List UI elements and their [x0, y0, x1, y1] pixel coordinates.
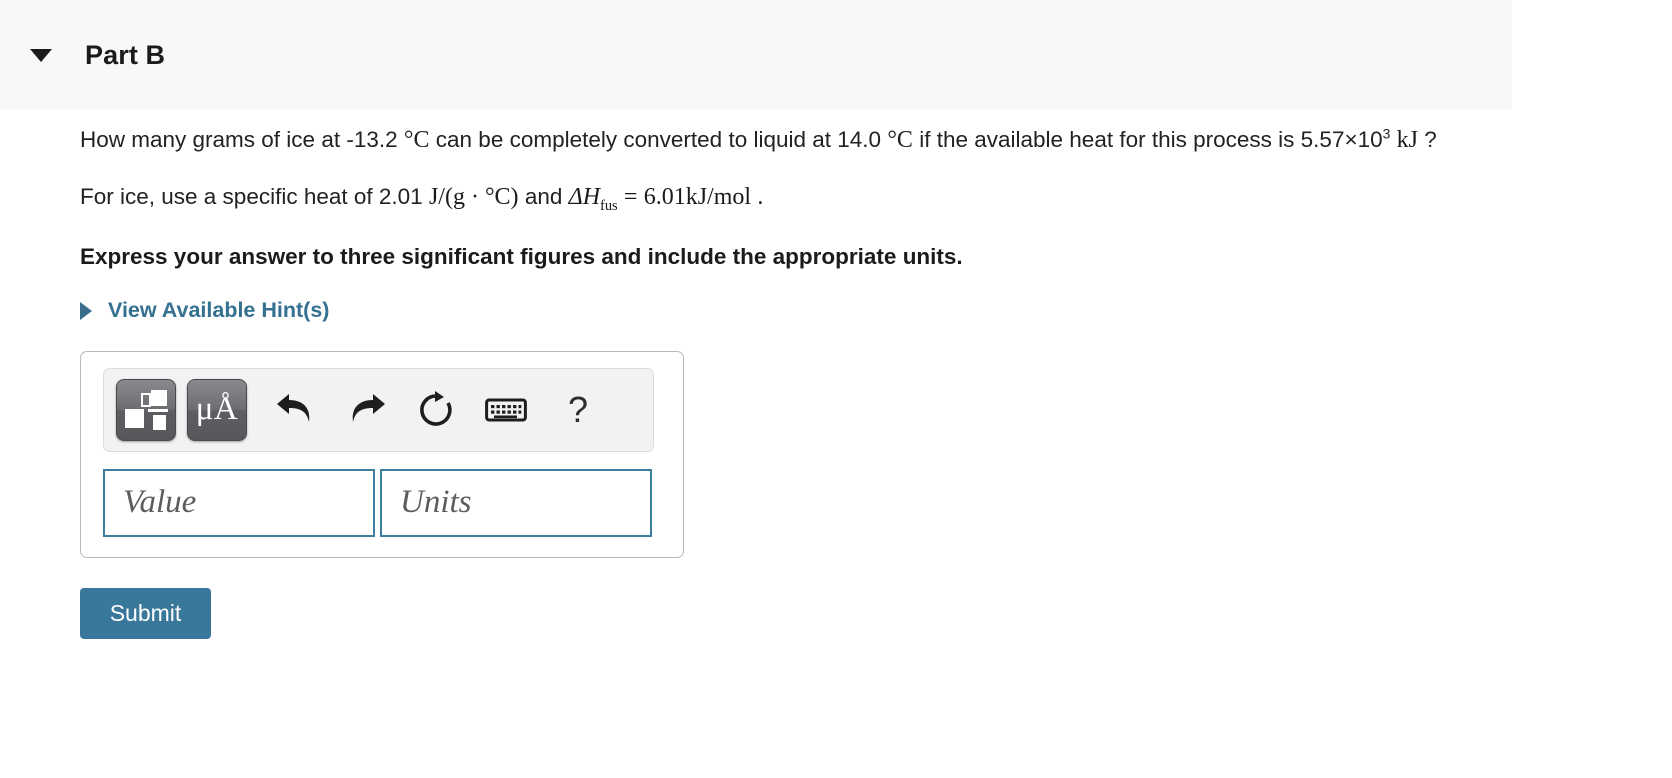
degree-celsius-1: °C [403, 127, 430, 153]
question-text-part-2: can be completely converted to liquid at… [435, 127, 882, 152]
delta-h-fusion-symbol: ΔHfus [568, 184, 618, 213]
math-template-icon [125, 389, 168, 430]
question-text-part-1: How many grams of ice at -13.2 [80, 127, 398, 152]
page-title: Part B [85, 39, 166, 70]
part-b-problem-page: Part B How many grams of ice at -13.2 °C… [0, 0, 1672, 778]
view-available-hints-link[interactable]: View Available Hint(s) [80, 298, 329, 323]
value-input-placeholder: Value [123, 484, 197, 520]
question-statement: How many grams of ice at -13.2 °C can be… [80, 122, 1480, 158]
reset-circular-arrow-icon[interactable] [408, 382, 464, 438]
equals-sign: = [623, 184, 638, 210]
triangle-right-icon [80, 301, 92, 320]
undo-arrow-icon[interactable] [268, 382, 324, 438]
units-button[interactable]: μÅ [187, 378, 247, 441]
submit-button-label: Submit [109, 599, 182, 626]
value-input[interactable]: Value [103, 468, 375, 537]
specific-heat-units: J/(g · °C) [428, 184, 519, 210]
heat-exponent: 3 [1382, 125, 1391, 142]
keyboard-icon[interactable] [478, 382, 534, 438]
part-header: Part B [0, 0, 1512, 110]
enthalpy-of-fusion-value: 6.01kJ/mol [643, 184, 752, 210]
degree-celsius-2: °C [887, 127, 913, 153]
question-text-part-3: if the available heat for this process i… [919, 127, 1295, 152]
units-input[interactable]: Units [380, 468, 652, 537]
answer-entry-box: μÅ ? Value Units [80, 350, 684, 558]
math-toolbar: μÅ ? [103, 367, 654, 452]
units-button-label: μÅ [195, 391, 239, 427]
given-data-statement: For ice, use a specific heat of 2.01 J/(… [80, 179, 1480, 215]
heat-mantissa: 5.57×10 [1300, 127, 1383, 152]
answer-instruction: Express your answer to three significant… [80, 244, 963, 269]
given-text-part-2: and [524, 184, 563, 209]
triangle-down-icon[interactable] [30, 48, 52, 62]
math-template-button[interactable] [116, 378, 176, 441]
submit-button[interactable]: Submit [80, 587, 211, 639]
problem-body: How many grams of ice at -13.2 °C can be… [80, 122, 1580, 639]
given-period: . [757, 184, 764, 210]
redo-arrow-icon[interactable] [338, 382, 394, 438]
given-text-part-1: For ice, use a specific heat of 2.01 [80, 184, 423, 209]
help-icon[interactable]: ? [550, 382, 606, 438]
question-question-mark: ? [1424, 127, 1437, 152]
units-input-placeholder: Units [400, 484, 472, 520]
available-heat-value: 5.57×103 [1301, 127, 1391, 152]
heat-unit: kJ [1396, 127, 1419, 153]
delta-h-subscript: fus [600, 197, 618, 214]
answer-fields-row: Value Units [103, 468, 667, 537]
delta-h-symbol: ΔH [568, 184, 601, 210]
view-available-hints-label: View Available Hint(s) [108, 298, 330, 322]
